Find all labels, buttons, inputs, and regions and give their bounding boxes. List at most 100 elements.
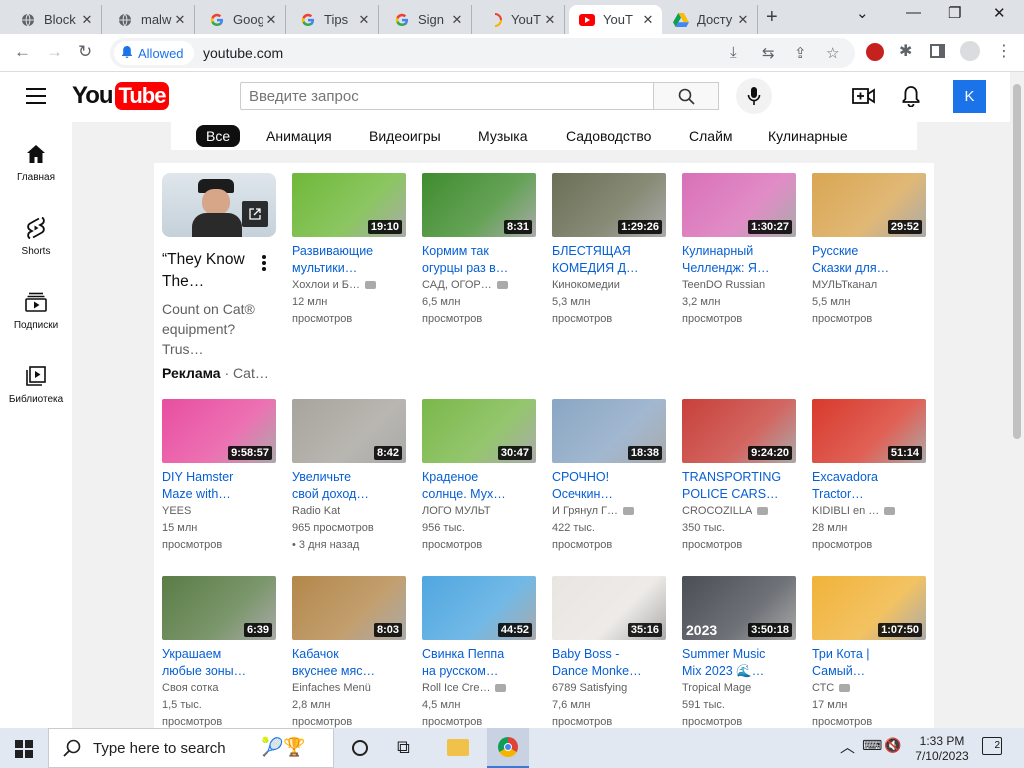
video-title[interactable]: Кормим так огурцы раз в… <box>422 243 536 277</box>
browser-tab[interactable]: Sign ✕ <box>384 5 472 34</box>
search-button[interactable] <box>653 82 719 110</box>
new-tab-button[interactable]: + <box>766 6 778 29</box>
tab-close-icon[interactable]: ✕ <box>542 12 558 28</box>
video-card[interactable]: 44:52 Свинка Пеппа на русском… Roll Ice Cre… <box>422 576 536 731</box>
video-thumbnail[interactable]: 51:14 <box>812 399 926 463</box>
search-input[interactable] <box>241 83 653 109</box>
file-explorer-icon[interactable] <box>447 739 469 756</box>
video-card[interactable]: 51:14 Excavadora Tractor… KIDIBLI en … 28 мл… <box>812 399 926 554</box>
clock[interactable]: 1:33 PM 7/10/2023 <box>910 734 974 764</box>
video-title[interactable]: DIY Hamster Maze with… <box>162 469 276 503</box>
scrollbar-thumb[interactable] <box>1013 84 1021 439</box>
video-card[interactable]: 2023 3:50:18 Summer Music Mix 2023 🌊… Tropic… <box>682 576 796 731</box>
tab-close-icon[interactable]: ✕ <box>79 12 95 28</box>
volume-muted-icon[interactable]: 🔇 <box>884 737 901 754</box>
video-card[interactable]: 1:07:50 Три Кота | Самый… СТС 17 млн просмотр… <box>812 576 926 731</box>
chip-2[interactable]: Видеоигры <box>359 125 451 147</box>
extensions-puzzle-icon[interactable]: ✱ <box>899 41 912 61</box>
video-card[interactable]: 29:52 Русские Сказки для… МУЛЬТканал 5,5 млн… <box>812 173 926 328</box>
channel-name[interactable]: Кинокомедии <box>552 279 666 291</box>
task-view-icon[interactable]: ⧉ <box>397 737 410 758</box>
video-thumbnail[interactable]: 6:39 <box>162 576 276 640</box>
channel-name[interactable]: Хохлои и Б… <box>292 279 406 291</box>
create-video-button[interactable] <box>852 86 876 111</box>
video-card[interactable]: 35:16 Baby Boss - Dance Monke… 6789 Satisfy… <box>552 576 666 731</box>
video-card[interactable]: 1:30:27 Кулинарный Челлендж: Я… TeenDO Russ… <box>682 173 796 328</box>
reload-icon[interactable]: ↻ <box>78 42 92 62</box>
chip-4[interactable]: Садоводство <box>556 125 661 147</box>
tab-close-icon[interactable]: ✕ <box>356 12 372 28</box>
ad-card[interactable]: “They Know The… Count on Cat® equipment?… <box>162 173 277 381</box>
omnibox[interactable]: Allowed youtube.com ⤓ ⇆ ⇪ ☆ <box>110 38 855 68</box>
voice-search-button[interactable] <box>736 78 772 114</box>
video-title[interactable]: Украшаем любые зоны… <box>162 646 276 680</box>
close-window-icon[interactable]: ✕ <box>993 4 1006 22</box>
video-card[interactable]: 9:58:57 DIY Hamster Maze with… YEES 15 млн пр… <box>162 399 276 554</box>
notifications-button[interactable] <box>901 85 921 112</box>
tab-close-icon[interactable]: ✕ <box>640 12 656 28</box>
browser-tab[interactable]: Goog ✕ <box>199 5 286 34</box>
tab-close-icon[interactable]: ✕ <box>449 12 465 28</box>
notification-center-icon[interactable]: 2 <box>982 737 1002 755</box>
video-title[interactable]: СРОЧНО! Осечкин… <box>552 469 666 503</box>
video-thumbnail[interactable]: 2023 3:50:18 <box>682 576 796 640</box>
video-thumbnail[interactable]: 8:42 <box>292 399 406 463</box>
video-thumbnail[interactable]: 1:29:26 <box>552 173 666 237</box>
guide-item-home[interactable]: Главная <box>0 140 72 183</box>
site-permission-chip[interactable]: Allowed <box>114 41 194 65</box>
tray-overflow-chevron-icon[interactable]: ︿ <box>840 736 855 757</box>
channel-name[interactable]: Roll Ice Cre… <box>422 682 536 694</box>
video-title[interactable]: Развивающие мультики… <box>292 243 406 277</box>
video-card[interactable]: 30:47 Краденое солнце. Мух… ЛОГО МУЛЬТ 956 т… <box>422 399 536 554</box>
guide-item-library[interactable]: Библиотека <box>0 362 72 405</box>
channel-name[interactable]: 6789 Satisfying <box>552 682 666 694</box>
ad-thumbnail[interactable] <box>162 173 276 237</box>
channel-name[interactable]: YEES <box>162 505 276 517</box>
tab-close-icon[interactable]: ✕ <box>172 12 188 28</box>
ad-more-options-icon[interactable] <box>260 255 268 273</box>
page-scrollbar[interactable] <box>1010 72 1024 728</box>
forward-icon[interactable]: → <box>46 42 63 62</box>
browser-tab[interactable]: Досту ✕ <box>663 5 758 34</box>
external-link-icon[interactable] <box>242 201 268 227</box>
video-thumbnail[interactable]: 9:58:57 <box>162 399 276 463</box>
video-thumbnail[interactable]: 18:38 <box>552 399 666 463</box>
channel-name[interactable]: Своя сотка <box>162 682 276 694</box>
channel-name[interactable]: СТС <box>812 682 926 694</box>
guide-item-subscriptions[interactable]: Подписки <box>0 288 72 331</box>
chrome-taskbar-button[interactable] <box>487 728 529 768</box>
youtube-logo[interactable]: You Tube <box>72 82 170 110</box>
url-text[interactable]: youtube.com <box>203 45 283 61</box>
video-thumbnail[interactable]: 35:16 <box>552 576 666 640</box>
video-card[interactable]: 6:39 Украшаем любые зоны… Своя сотка 1,5 тыс… <box>162 576 276 731</box>
video-thumbnail[interactable]: 8:31 <box>422 173 536 237</box>
tab-search-chevron-icon[interactable]: ⌄ <box>856 4 869 22</box>
video-thumbnail[interactable]: 1:30:27 <box>682 173 796 237</box>
chip-5[interactable]: Слайм <box>679 125 743 147</box>
video-title[interactable]: Кулинарный Челлендж: Я… <box>682 243 796 277</box>
chip-3[interactable]: Музыка <box>468 125 538 147</box>
video-title[interactable]: Excavadora Tractor… <box>812 469 926 503</box>
video-card[interactable]: 8:31 Кормим так огурцы раз в… САД, ОГОР… 6,5… <box>422 173 536 328</box>
video-card[interactable]: 18:38 СРОЧНО! Осечкин… И Грянул Г… 422 тыс. п… <box>552 399 666 554</box>
account-avatar[interactable]: K <box>953 80 986 113</box>
channel-name[interactable]: САД, ОГОР… <box>422 279 536 291</box>
video-title[interactable]: Увеличьте свой доход… <box>292 469 406 503</box>
video-card[interactable]: 9:24:20 TRANSPORTING POLICE CARS… CROCOZILL… <box>682 399 796 554</box>
network-icon[interactable]: ⌨ <box>862 737 882 754</box>
video-title[interactable]: Три Кота | Самый… <box>812 646 926 680</box>
video-title[interactable]: БЛЕСТЯЩАЯ КОМЕДИЯ Д… <box>552 243 666 277</box>
chip-6[interactable]: Кулинарные <box>758 125 858 147</box>
video-title[interactable]: Кабачок вкуснее мяс… <box>292 646 406 680</box>
browser-tab[interactable]: Block ✕ <box>10 5 102 34</box>
video-card[interactable]: 8:42 Увеличьте свой доход… Radio Kat 965 про… <box>292 399 406 554</box>
video-title[interactable]: Summer Music Mix 2023 🌊… <box>682 646 796 680</box>
windows-start-icon[interactable] <box>15 740 33 763</box>
video-card[interactable]: 1:29:26 БЛЕСТЯЩАЯ КОМЕДИЯ Д… Кинокомедии 5,3… <box>552 173 666 328</box>
share-icon[interactable]: ⇪ <box>794 44 807 62</box>
cortana-icon[interactable] <box>352 740 368 756</box>
channel-name[interactable]: TeenDO Russian <box>682 279 796 291</box>
video-title[interactable]: Русские Сказки для… <box>812 243 926 277</box>
channel-name[interactable]: ЛОГО МУЛЬТ <box>422 505 536 517</box>
channel-name[interactable]: KIDIBLI en … <box>812 505 926 517</box>
